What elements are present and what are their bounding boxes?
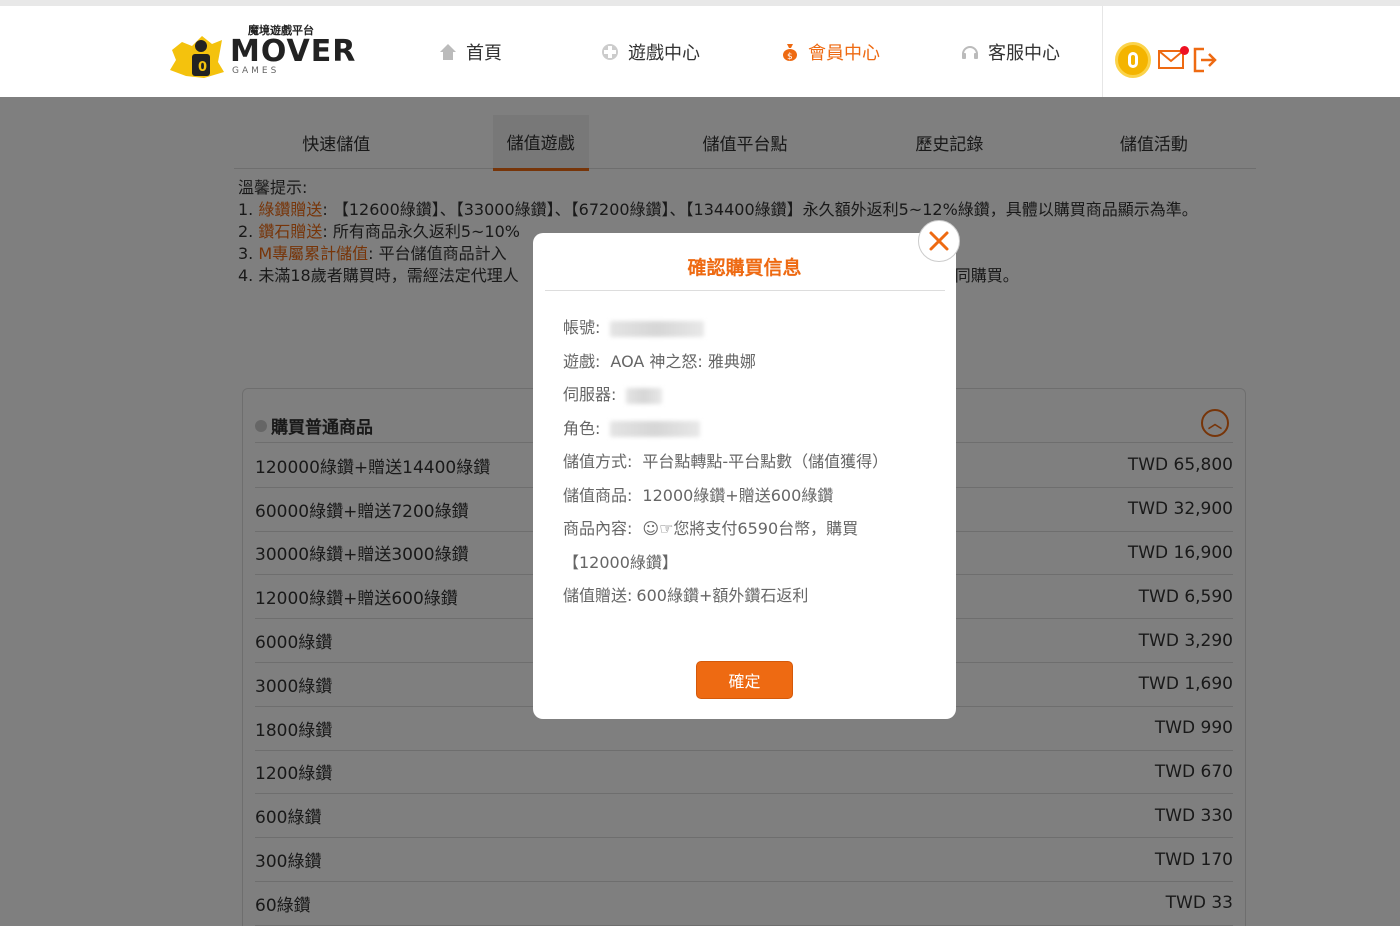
main-nav: 首頁 遊戲中心 $ 會員中心 客服中心 [380,6,1100,103]
bonus-row: 儲值贈送: 600綠鑽+額外鑽石返利 [563,586,809,605]
product-row: 儲值商品: 12000綠鑽+贈送600綠鑽 [563,485,834,505]
logo-badge-icon: 0 [170,36,224,78]
logout-icon[interactable] [1192,46,1218,74]
method-row: 儲值方式: 平台點轉點-平台點數（儲值獲得） [563,452,889,471]
confirm-purchase-modal: 確認購買信息 帳號: 遊戲: AOA 神之怒: 雅典娜 伺服器: 角色: 儲值方式… [533,220,960,719]
notification-dot [1180,46,1189,55]
nav-home[interactable]: 首頁 [380,6,560,97]
nav-game-center[interactable]: 遊戲中心 [560,6,740,97]
nav-member-center[interactable]: $ 會員中心 [740,6,920,103]
money-bag-icon: $ [780,42,800,62]
svg-text:$: $ [787,52,793,62]
modal-body: 帳號: 遊戲: AOA 神之怒: 雅典娜 伺服器: 角色: 儲值方式: 平台點轉點-… [563,311,923,613]
headset-icon [960,42,980,62]
logo-wordmark: MOVER [230,34,357,69]
svg-text:0: 0 [198,60,207,75]
role-row: 角色: [563,412,923,446]
mover-games-logo[interactable]: 0 魔境遊戲平台 MOVER GAMES [168,20,355,82]
game-row: 遊戲: AOA 神之怒: 雅典娜 [563,351,756,371]
coin-icon[interactable] [1115,42,1151,78]
content-row-2: 【12000綠鑽】 [563,552,678,572]
site-header: 0 魔境遊戲平台 MOVER GAMES 首頁 遊戲中心 $ 會員中心 客服中心 [0,0,1400,103]
nav-member-center-label: 會員中心 [808,42,880,64]
gamepad-icon [600,42,620,62]
modal-title: 確認購買信息 [687,257,802,279]
nav-game-center-label: 遊戲中心 [628,42,700,64]
confirm-button[interactable]: 確定 [696,661,793,699]
header-divider [1102,6,1103,97]
content-row: 商品內容: ☺☞您將支付6590台幣，購買 [563,519,859,538]
close-icon [929,231,949,251]
home-icon [438,42,458,62]
account-row: 帳號: [563,311,923,345]
nav-support-center-label: 客服中心 [988,42,1060,64]
nav-support-center[interactable]: 客服中心 [920,6,1100,97]
logo-games-text: GAMES [232,66,280,76]
modal-divider [545,290,945,291]
nav-home-label: 首頁 [466,42,502,64]
server-row: 伺服器: [563,378,923,412]
